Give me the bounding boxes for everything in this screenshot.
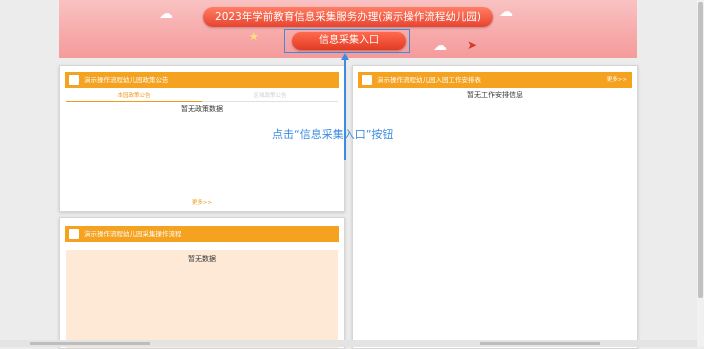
share-icon: [69, 229, 79, 239]
flow-panel-title: 演示操作流程幼儿园采集操作流程: [84, 230, 182, 238]
cloud-icon: ☁: [433, 38, 447, 54]
info-collection-entry-button[interactable]: 信息采集入口: [292, 32, 406, 50]
policy-panel-header: 演示操作流程幼儿园政策公告: [65, 72, 339, 88]
work-schedule-panel: 演示操作流程幼儿园入园工作安排表 更多>> 暂无工作安排信息: [352, 65, 638, 349]
work-schedule-title: 演示操作流程幼儿园入园工作安排表: [377, 76, 481, 84]
announcement-icon: [69, 75, 79, 85]
vertical-scrollbar[interactable]: [697, 0, 704, 347]
work-schedule-more-link[interactable]: 更多>>: [607, 72, 627, 88]
tab-local-policy[interactable]: 本园政策公告: [66, 92, 202, 102]
tab-regional-policy[interactable]: 区域政策公告: [202, 92, 338, 101]
policy-tabs: 本园政策公告 区域政策公告: [66, 92, 338, 102]
policy-more-link[interactable]: 更多>>: [60, 198, 344, 206]
scroll-segment: [30, 342, 150, 345]
horizontal-scrollbar[interactable]: [0, 340, 697, 347]
scrollbar-thumb[interactable]: [698, 2, 703, 298]
calendar-icon: [362, 75, 372, 85]
paper-plane-icon: ➤: [467, 38, 478, 52]
scroll-segment: [480, 342, 600, 345]
cloud-icon: ☁: [499, 4, 513, 20]
policy-empty-text: 暂无政策数据: [181, 105, 223, 113]
policy-panel-title: 演示操作流程幼儿园政策公告: [84, 76, 169, 84]
cloud-icon: ☁: [159, 6, 173, 22]
flow-panel: 演示操作流程幼儿园采集操作流程 暂无数据: [59, 217, 345, 349]
page-title: 2023年学前教育信息采集服务办理(演示操作流程幼儿园): [203, 7, 493, 27]
flow-content-area: 暂无数据: [66, 250, 338, 348]
flow-empty-text: 暂无数据: [188, 255, 216, 263]
work-schedule-header: 演示操作流程幼儿园入园工作安排表 更多>>: [358, 72, 632, 88]
star-icon: ★: [249, 30, 259, 43]
work-schedule-empty-text: 暂无工作安排信息: [467, 91, 523, 99]
annotation-line: [344, 58, 346, 160]
flow-panel-header: 演示操作流程幼儿园采集操作流程: [65, 226, 339, 242]
annotation-text: 点击“信息采集入口”按钮: [272, 128, 394, 141]
